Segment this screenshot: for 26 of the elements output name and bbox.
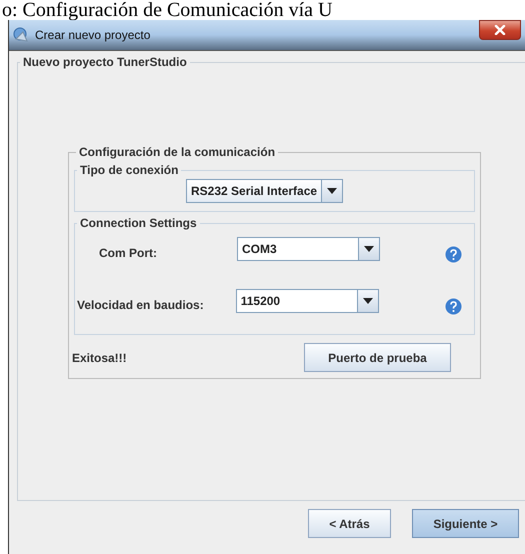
- panel-title: Nuevo proyecto TunerStudio: [22, 55, 188, 69]
- dropdown-value: 115200: [240, 293, 282, 310]
- app-icon: [13, 27, 29, 43]
- window-title: Crear nuevo proyecto: [35, 28, 152, 42]
- group-title: Tipo de conexión: [79, 163, 180, 177]
- caret-icon: [327, 188, 338, 194]
- caret-icon: [364, 246, 374, 252]
- caret-icon: [362, 298, 373, 304]
- status-text: Exitosa!!!: [72, 350, 127, 364]
- caption: o: Configuración de Comunicación vía U: [1, 0, 334, 20]
- help-icon[interactable]: [445, 298, 462, 315]
- dropdown-field[interactable]: 115200: [236, 289, 379, 313]
- dropdown-value: COM3: [241, 241, 278, 258]
- field-label: Velocidad en baudios:: [77, 298, 204, 312]
- test-port-button[interactable]: Puerto de prueba: [304, 343, 451, 372]
- dropdown-value: RS232 Serial Interface: [190, 183, 318, 200]
- dropdown-field[interactable]: COM3: [237, 237, 380, 261]
- close-icon: [494, 25, 506, 35]
- nav-button[interactable]: Siguiente >: [412, 509, 519, 538]
- close-button[interactable]: [479, 20, 521, 40]
- help-icon[interactable]: [445, 246, 462, 263]
- nav-button[interactable]: < Atrás: [308, 509, 391, 538]
- group-title: Configuración de la comunicación: [78, 145, 276, 159]
- field-label: Com Port:: [99, 246, 157, 260]
- group-title: Connection Settings: [79, 216, 198, 230]
- connection-type-dropdown[interactable]: RS232 Serial Interface: [186, 179, 344, 203]
